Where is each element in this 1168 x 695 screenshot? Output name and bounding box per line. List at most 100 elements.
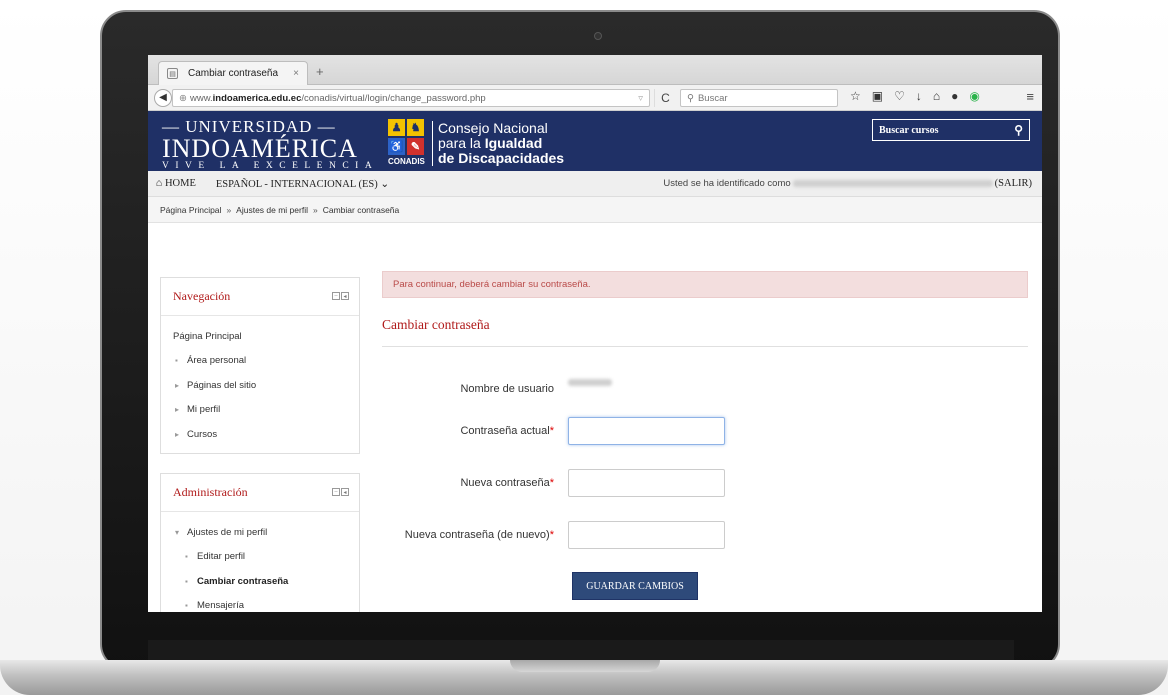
required-mark: * — [549, 425, 554, 437]
new-password-again-input[interactable] — [568, 521, 725, 549]
admin-item-label: Ajustes de mi perfil — [187, 526, 268, 538]
close-tab-icon[interactable]: × — [293, 68, 299, 79]
collapse-icon[interactable]: – — [332, 488, 340, 496]
breadcrumb-separator: » — [226, 204, 232, 215]
chevron-right-icon: ▸ — [175, 380, 180, 390]
username-value-redacted — [568, 379, 612, 386]
url-bar[interactable]: ⊕ www. indoamerica.edu.ec/conadis/virtual… — [172, 89, 650, 107]
breadcrumb-home[interactable]: Página Principal — [160, 205, 221, 215]
divider — [382, 346, 1028, 347]
password-change-alert: Para continuar, deberá cambiar su contra… — [382, 271, 1028, 298]
nav-item-label: Mi perfil — [187, 404, 221, 416]
nav-item-profile[interactable]: ▸ Mi perfil — [173, 398, 359, 423]
admin-item-profile-settings[interactable]: ▾ Ajustes de mi perfil — [173, 520, 359, 545]
pocket-icon[interactable]: ♡ — [894, 89, 905, 103]
chevron-right-icon: ▸ — [175, 429, 180, 439]
language-label: ESPAÑOL - INTERNACIONAL (ES) — [215, 178, 378, 190]
administration-block-header: Administración – ◂ — [161, 474, 359, 512]
bullet-icon: ▪ — [185, 576, 188, 586]
identified-as-text: Usted se ha identificado como — [663, 178, 791, 189]
navigation-block: Navegación – ◂ Página Principal ▪ Área pe… — [160, 277, 360, 454]
chevron-right-icon: ▸ — [175, 405, 180, 415]
download-icon[interactable]: ↓ — [916, 89, 922, 103]
bookmark-star-icon[interactable]: ☆ — [850, 89, 861, 103]
current-password-label-text: Contraseña actual — [460, 425, 550, 437]
search-icon: ⚲ — [687, 92, 694, 104]
block-controls: – ◂ — [332, 488, 349, 496]
conadis-text-logo: Consejo Nacional para la Igualdad de Dis… — [432, 121, 564, 166]
bullet-icon: ▪ — [185, 552, 188, 562]
wheelchair-icon: ♿ — [388, 138, 405, 155]
browser-tools: ☆ ▣ ♡ ↓ ⌂ ● ◉ — [850, 89, 980, 103]
nav-item-site-pages[interactable]: ▸ Páginas del sitio — [173, 373, 359, 398]
dropdown-arrow-icon[interactable]: ▿ — [638, 93, 643, 104]
login-info: Usted se ha identificado como (SALIR) — [663, 178, 1032, 189]
nav-item-courses[interactable]: ▸ Cursos — [173, 422, 359, 447]
breadcrumb-current: Cambiar contraseña — [322, 204, 400, 215]
admin-item-change-password[interactable]: ▪ Cambiar contraseña — [173, 569, 359, 594]
browser-toolbar: ◀ ⊕ www. indoamerica.edu.ec/conadis/virtu… — [148, 85, 1042, 111]
admin-item-label: Cambiar contraseña — [197, 575, 289, 587]
reload-icon[interactable]: C — [654, 89, 676, 107]
page-icon: ▤ — [167, 68, 178, 79]
home-icon[interactable]: ⌂ — [933, 89, 940, 103]
url-path: /conadis/virtual/login/change_password.p… — [301, 92, 486, 104]
logout-link[interactable]: (SALIR) — [995, 178, 1032, 189]
username-label-text: Nombre de usuario — [460, 383, 554, 395]
webcam — [594, 32, 602, 40]
conadis-label: CONADIS — [388, 157, 425, 166]
dock-icon[interactable]: ◂ — [341, 292, 349, 300]
laptop-notch — [510, 660, 660, 672]
new-password-input[interactable] — [568, 469, 725, 497]
collapse-icon[interactable]: – — [332, 292, 340, 300]
breadcrumb: Página Principal » Ajustes de mi perfil … — [148, 197, 1042, 223]
conadis-line-2a: para la — [438, 135, 485, 151]
admin-item-messaging[interactable]: ▪ Mensajería — [173, 594, 359, 613]
navigation-list: Página Principal ▪ Área personal ▸ Páginas… — [161, 316, 359, 453]
save-changes-button[interactable]: GUARDAR CAMBIOS — [572, 572, 698, 600]
conadis-line-1: Consejo Nacional — [438, 120, 548, 136]
search-icon[interactable]: ⚲ — [1014, 123, 1023, 138]
dock-icon[interactable]: ◂ — [341, 488, 349, 496]
university-logo[interactable]: — UNIVERSIDAD — INDOAMÉRICA VIVE LA EXCE… — [162, 117, 378, 171]
new-password-label-text: Nueva contraseña — [460, 477, 550, 489]
browser-tab[interactable]: ▤ Cambiar contraseña × — [158, 61, 308, 85]
home-link[interactable]: ⌂ HOME — [156, 178, 196, 189]
navigation-block-title: Navegación — [173, 289, 231, 303]
admin-item-edit-profile[interactable]: ▪ Editar perfil — [173, 545, 359, 570]
blind-person-icon: ♞ — [407, 119, 424, 136]
hamburger-menu-icon[interactable]: ≡ — [1026, 89, 1034, 104]
admin-item-label: Editar perfil — [197, 551, 246, 563]
language-menu[interactable]: ESPAÑOL - INTERNACIONAL (ES) ⌄ — [216, 178, 389, 190]
new-password-again-label-text: Nueva contraseña (de nuevo) — [404, 529, 550, 541]
tab-bar: ▤ Cambiar contraseña × + — [148, 55, 1042, 85]
extension-icon[interactable]: ◉ — [969, 89, 979, 103]
bullet-icon: ▪ — [185, 601, 188, 611]
browser-search-placeholder: Buscar — [697, 92, 728, 104]
site-header: — UNIVERSIDAD — INDOAMÉRICA VIVE LA EXCE… — [148, 111, 1042, 171]
site-navbar: ⌂ HOME ESPAÑOL - INTERNACIONAL (ES) ⌄ Us… — [148, 171, 1042, 197]
administration-block-title: Administración — [173, 485, 248, 499]
deaf-icon: ✎ — [407, 138, 424, 155]
chevron-down-icon: ▾ — [175, 527, 180, 537]
breadcrumb-separator: » — [312, 204, 318, 215]
nav-item-home[interactable]: Página Principal — [173, 324, 359, 349]
admin-item-label: Mensajería — [197, 600, 244, 612]
breadcrumb-profile-settings[interactable]: Ajustes de mi perfil — [236, 205, 308, 215]
bullet-icon: ▪ — [175, 356, 178, 366]
chat-icon[interactable]: ● — [951, 89, 958, 103]
new-password-again-label: Nueva contraseña (de nuevo)* — [354, 529, 554, 541]
current-password-input[interactable] — [568, 417, 725, 445]
username-label: Nombre de usuario — [354, 383, 554, 395]
user-name-redacted — [792, 180, 993, 187]
browser-search-input[interactable]: ⚲ Buscar — [680, 89, 838, 107]
reading-list-icon[interactable]: ▣ — [872, 89, 883, 103]
new-tab-button[interactable]: + — [316, 64, 324, 79]
home-icon: ⌂ — [156, 178, 165, 189]
person-icon: ♟ — [388, 119, 405, 136]
search-courses-input[interactable]: Buscar cursos ⚲ — [872, 119, 1030, 141]
tab-title: Cambiar contraseña — [188, 68, 279, 79]
back-button[interactable]: ◀ — [154, 88, 172, 107]
nav-item-dashboard[interactable]: ▪ Área personal — [173, 349, 359, 374]
navigation-block-header: Navegación – ◂ — [161, 278, 359, 316]
